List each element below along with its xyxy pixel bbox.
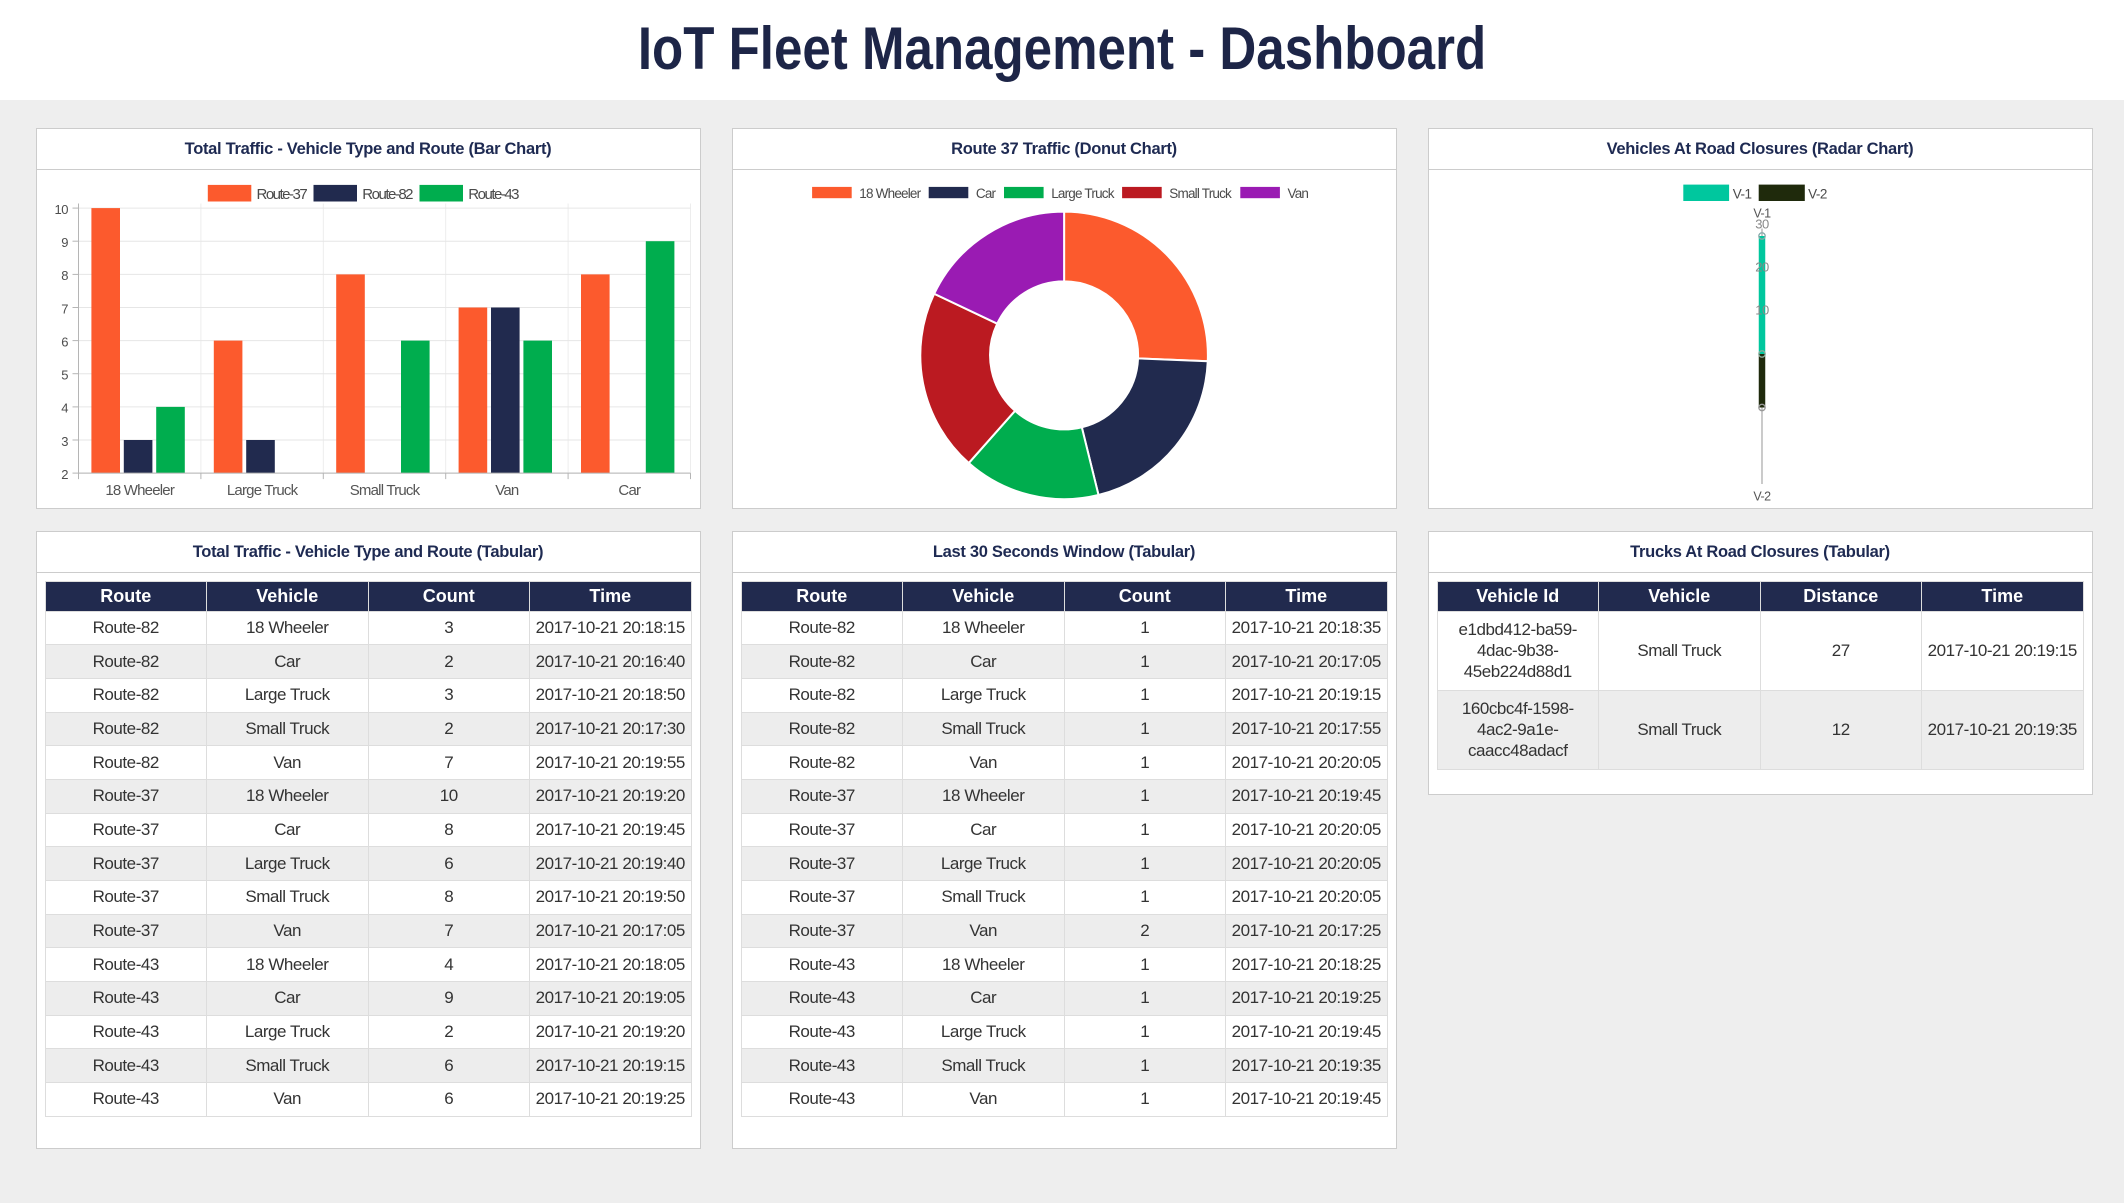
svg-text:Large Truck: Large Truck: [226, 481, 298, 498]
svg-text:18 Wheeler: 18 Wheeler: [105, 481, 175, 498]
svg-text:Route-43: Route-43: [468, 186, 519, 203]
svg-text:3: 3: [61, 433, 68, 448]
svg-text:Route-37: Route-37: [256, 186, 307, 203]
svg-text:V-1: V-1: [1732, 186, 1751, 201]
svg-text:9: 9: [61, 235, 68, 250]
svg-text:4: 4: [61, 400, 68, 415]
svg-text:7: 7: [61, 301, 68, 316]
svg-text:Car: Car: [975, 185, 996, 200]
svg-text:Van: Van: [495, 481, 519, 498]
svg-text:V-2: V-2: [1808, 186, 1827, 201]
svg-text:V-1: V-1: [1753, 206, 1771, 220]
svg-text:Small Truck: Small Truck: [349, 481, 420, 498]
svg-text:Route-82: Route-82: [362, 186, 413, 203]
svg-text:Small Truck: Small Truck: [1169, 185, 1232, 200]
svg-text:Large Truck: Large Truck: [1051, 185, 1115, 200]
svg-text:8: 8: [61, 268, 68, 283]
svg-text:10: 10: [54, 201, 68, 216]
svg-text:18 Wheeler: 18 Wheeler: [859, 185, 921, 200]
svg-text:Car: Car: [618, 481, 641, 498]
svg-text:10: 10: [1755, 302, 1769, 317]
svg-text:6: 6: [61, 334, 68, 349]
svg-text:5: 5: [61, 367, 68, 382]
svg-text:V-2: V-2: [1753, 489, 1771, 503]
svg-text:20: 20: [1755, 259, 1769, 274]
svg-text:2: 2: [61, 466, 68, 481]
svg-text:Van: Van: [1287, 185, 1308, 200]
